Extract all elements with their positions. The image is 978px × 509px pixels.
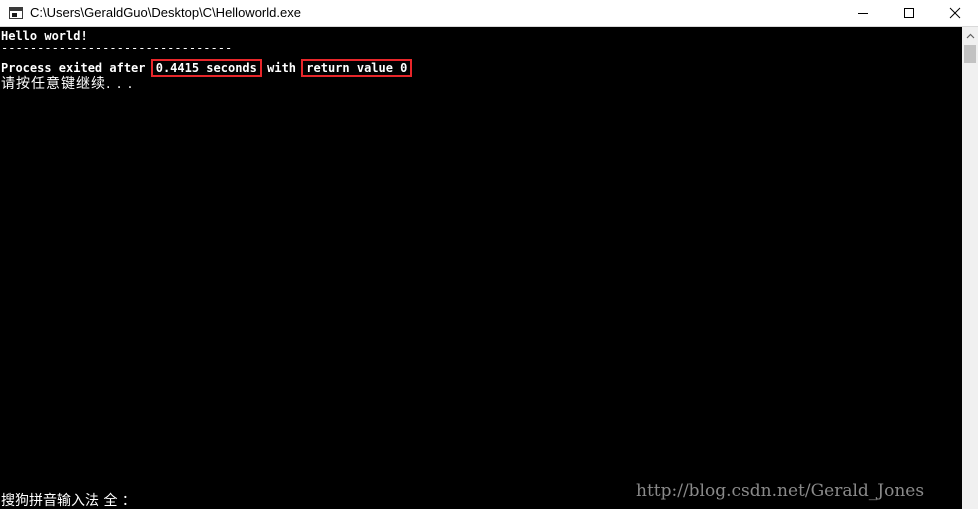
minimize-icon (858, 13, 868, 14)
chevron-up-icon (966, 33, 974, 38)
console-separator: -------------------------------- (1, 41, 233, 55)
process-exited-text: Process exited after (1, 61, 146, 75)
exec-time-highlight: 0.4415 seconds (150, 59, 262, 77)
maximize-button[interactable] (886, 0, 932, 26)
console-window-icon[interactable] (9, 7, 23, 19)
with-text: with (267, 61, 297, 75)
close-icon (949, 7, 961, 19)
watermark-url: http://blog.csdn.net/Gerald_Jones (636, 481, 925, 501)
minimize-button[interactable] (840, 0, 886, 26)
scrollbar-thumb[interactable] (964, 45, 976, 63)
console-line-process: Process exited after 0.4415 seconds with… (1, 59, 413, 77)
window-title: C:\Users\GeraldGuo\Desktop\C\Helloworld.… (30, 5, 301, 20)
close-button[interactable] (932, 0, 978, 26)
return-value-highlight: return value 0 (301, 59, 413, 77)
vertical-scrollbar[interactable] (962, 27, 978, 509)
title-bar[interactable]: C:\Users\GeraldGuo\Desktop\C\Helloworld.… (0, 0, 978, 27)
scroll-up-button[interactable] (962, 27, 978, 44)
console-output[interactable]: Hello world! ---------------------------… (0, 27, 962, 509)
maximize-icon (904, 8, 914, 18)
press-any-key-prompt: 请按任意键继续. . . (1, 76, 134, 92)
ime-status-bar: 搜狗拼音输入法 全 ： (1, 493, 136, 509)
